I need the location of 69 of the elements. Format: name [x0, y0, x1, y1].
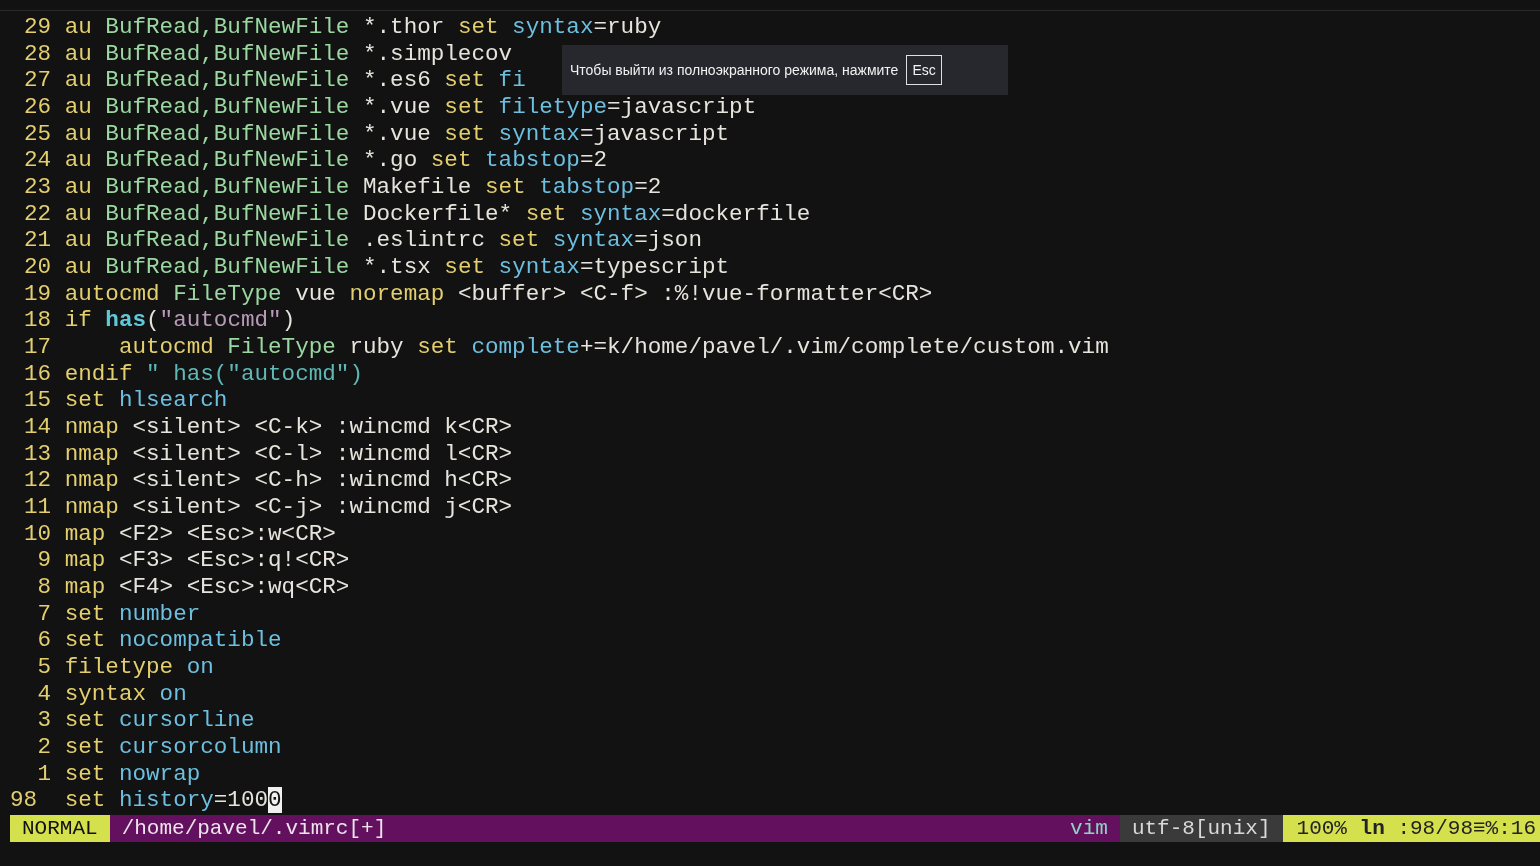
line-number: 22: [24, 200, 52, 228]
code-line: map <F4> <Esc>:wq<CR>: [64, 574, 350, 601]
line-number: 12: [24, 467, 52, 495]
code-line: autocmd FileType ruby set complete+=k/home/pavel/.vim/complete/custom.vim: [117, 334, 1109, 361]
code-line: nmap <silent> <C-j> :wincmd j<CR>: [64, 494, 513, 521]
current-line-number: 98: [10, 787, 39, 815]
notice-text: Чтобы выйти из полноэкранного режима, нажмите: [570, 62, 899, 78]
code-line: au BufRead,BufNewFile *.es6 set fi: [64, 67, 526, 94]
line-label: ln: [1359, 816, 1386, 843]
code-line: au BufRead,BufNewFile .eslintrc set syntax=json: [64, 227, 702, 255]
line-number: 10: [24, 520, 52, 548]
code-line: au BufRead,BufNewFile *.tsx set syntax=typescript: [64, 254, 730, 281]
encoding-label: utf-8[unix]: [1119, 815, 1283, 843]
line-number: 16: [24, 360, 52, 388]
code-line: set cursorcolumn: [64, 734, 282, 761]
code-line: set number: [64, 600, 201, 628]
code-line: au BufRead,BufNewFile *.vue set filetype=javascript: [64, 94, 757, 121]
code-line: nmap <silent> <C-h> :wincmd h<CR>: [64, 467, 513, 495]
line-number: 19: [24, 280, 52, 308]
code-line: au BufRead,BufNewFile Makefile set tabstop=2: [64, 174, 662, 201]
line-number: 3: [36, 707, 52, 735]
line-number: 11: [24, 494, 52, 521]
code-line: set hlsearch: [64, 387, 228, 415]
code-line: map <F2> <Esc>:w<CR>: [64, 520, 336, 548]
code-line: if has("autocmd"): [64, 307, 296, 335]
code-line: map <F3> <Esc>:q!<CR>: [64, 547, 350, 575]
line-number: 28: [24, 40, 52, 68]
line-number: 20: [24, 254, 52, 281]
code-line: set nocompatible: [64, 627, 282, 655]
code-line: au BufRead,BufNewFile *.thor set syntax=ruby: [64, 14, 662, 41]
line-number: 5: [36, 654, 52, 681]
percent-label: 100%: [1296, 816, 1347, 843]
code-line: set cursorline: [64, 707, 255, 735]
esc-key: Esc: [906, 55, 942, 85]
code-line: endif " has("autocmd"): [64, 360, 363, 388]
code-line: nmap <silent> <C-l> :wincmd l<CR>: [64, 440, 513, 468]
line-number: 25: [24, 120, 52, 148]
code-line: filetype on: [64, 654, 214, 681]
cursor-position: :98/98≡%:16: [1397, 816, 1536, 843]
line-number: 18: [24, 307, 52, 335]
code-line: au BufRead,BufNewFile *.vue set syntax=javascript: [64, 120, 730, 148]
line-number: 7: [36, 600, 52, 628]
line-number: 13: [24, 440, 52, 468]
code-line: syntax on: [64, 680, 187, 708]
filetype-label: vim: [1058, 815, 1120, 843]
line-number: 29: [24, 14, 52, 41]
code-line: nmap <silent> <C-k> :wincmd k<CR>: [64, 414, 513, 441]
line-number: 8: [36, 574, 52, 601]
line-number: 24: [24, 147, 52, 175]
line-number: 23: [24, 174, 52, 201]
line-number: 9: [36, 547, 52, 575]
line-number: 26: [24, 94, 52, 121]
line-number: 27: [24, 67, 52, 94]
line-number: 14: [24, 414, 52, 441]
line-number: 17: [24, 334, 52, 361]
code-line: autocmd FileType vue noremap <buffer> <C-f> :%!vue-formatter<CR>: [64, 280, 933, 308]
code-line: set nowrap: [64, 760, 201, 788]
code-line: set history=1000: [64, 787, 282, 815]
line-number: 2: [36, 734, 52, 761]
line-number: 21: [24, 227, 52, 255]
code-line: au BufRead,BufNewFile *.simplecov: [64, 40, 513, 68]
line-number: 1: [36, 760, 52, 788]
code-line: au BufRead,BufNewFile *.go set tabstop=2: [64, 147, 608, 175]
code-line: au BufRead,BufNewFile Dockerfile* set syntax=dockerfile: [64, 200, 811, 228]
file-path: /home/pavel/.vimrc[+]: [109, 815, 1059, 843]
mode-indicator: NORMAL: [10, 815, 110, 843]
line-number: 15: [24, 387, 52, 415]
line-number: 6: [36, 627, 52, 655]
line-number: 4: [36, 680, 52, 708]
